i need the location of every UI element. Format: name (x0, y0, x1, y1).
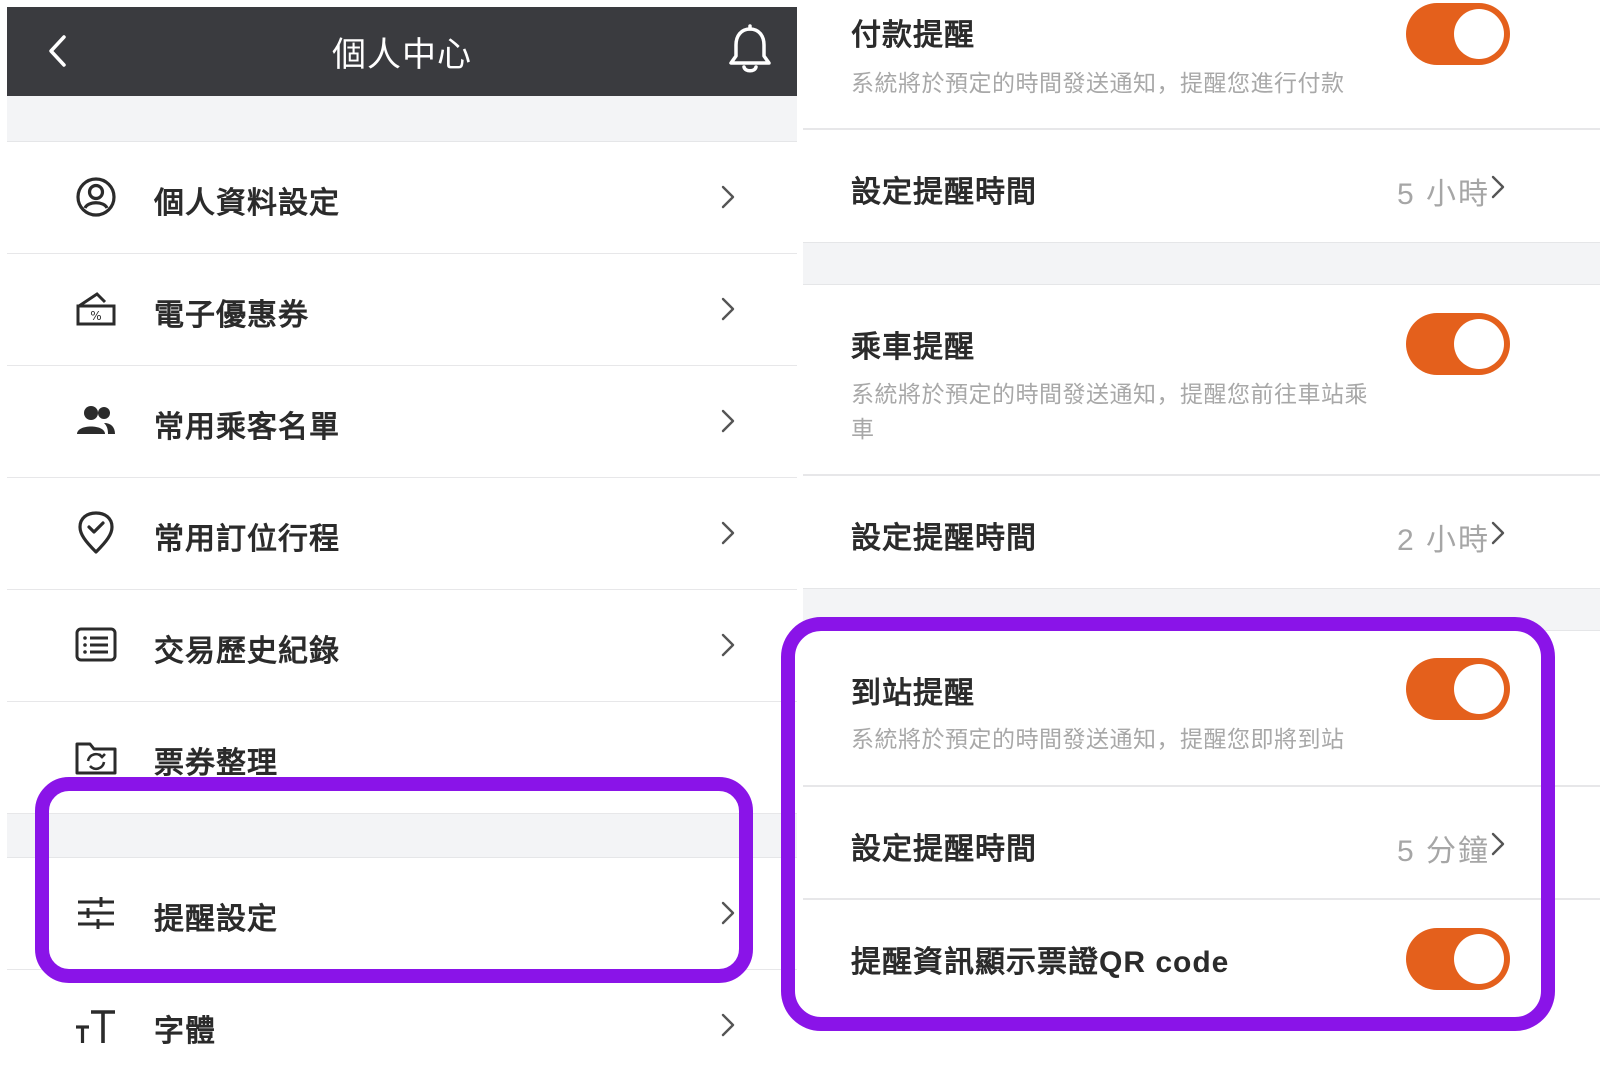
page-title: 個人中心 (332, 36, 472, 74)
qr-code-toggle-label: 提醒資訊顯示票證QR code (851, 946, 1230, 979)
setting-label: 設定提醒時間 (851, 833, 1037, 866)
toggle-knob (1454, 934, 1504, 984)
chevron-right-icon (1487, 172, 1509, 202)
svg-text:%: % (90, 309, 101, 323)
toggle-knob (1454, 664, 1504, 714)
menu-item-label: 交易歷史紀錄 (154, 635, 340, 668)
bell-icon[interactable] (725, 24, 775, 76)
section-divider (7, 814, 797, 858)
list-icon (71, 620, 121, 670)
menu-item-label: 常用乘客名單 (154, 411, 340, 444)
arrival-reminder-description: 系統將於預定的時間發送通知，提醒您即將到站 (851, 726, 1345, 752)
toggle-knob (1454, 319, 1504, 369)
qr-code-toggle[interactable] (1406, 928, 1510, 990)
menu-item-ticket-organizer[interactable]: 票券整理 (7, 702, 797, 814)
menu-item-coupons[interactable]: % 電子優惠券 (7, 254, 797, 366)
section-divider (7, 96, 797, 142)
arrival-reminder-time-row[interactable]: 設定提醒時間 5 分鐘 (803, 787, 1600, 899)
section-divider (803, 242, 1600, 285)
payment-reminder-toggle[interactable] (1406, 3, 1510, 65)
payment-reminder-description: 系統將於預定的時間發送通知，提醒您進行付款 (851, 70, 1345, 96)
chevron-right-icon (717, 898, 739, 928)
coupon-icon: % (71, 284, 121, 334)
left-panel: 個人中心 個人資料設定 % 電子優惠券 常用乘客名單 常用訂位行程 交易歷史紀錄… (7, 7, 797, 1066)
folder-sync-icon (71, 732, 121, 782)
setting-value: 5 小時 (1396, 178, 1490, 211)
chevron-right-icon (1487, 518, 1509, 548)
menu-item-label: 字體 (154, 1015, 216, 1048)
setting-label: 設定提醒時間 (851, 522, 1037, 555)
setting-label: 設定提醒時間 (851, 176, 1037, 209)
chevron-right-icon (717, 1010, 739, 1040)
chevron-right-icon (717, 518, 739, 548)
divider (803, 898, 1600, 900)
menu-item-label: 提醒設定 (154, 903, 278, 936)
arrival-reminder-title: 到站提醒 (851, 677, 975, 710)
payment-reminder-title: 付款提醒 (851, 19, 975, 52)
arrival-reminder-toggle[interactable] (1406, 658, 1510, 720)
menu-item-label: 電子優惠券 (154, 299, 309, 332)
menu-item-label: 常用訂位行程 (154, 523, 340, 556)
location-check-icon (71, 508, 121, 558)
font-size-icon (71, 1000, 121, 1050)
section-divider (803, 588, 1600, 631)
payment-reminder-time-row[interactable]: 設定提醒時間 5 小時 (803, 130, 1600, 242)
setting-value: 2 小時 (1396, 524, 1490, 557)
chevron-right-icon (717, 630, 739, 660)
chevron-right-icon (717, 294, 739, 324)
user-circle-icon (71, 172, 121, 222)
menu-item-saved-trips[interactable]: 常用訂位行程 (7, 478, 797, 590)
right-panel: 付款提醒 系統將於預定的時間發送通知，提醒您進行付款 設定提醒時間 5 小時 乘… (803, 0, 1600, 1040)
menu-item-reminder-settings[interactable]: 提醒設定 (7, 858, 797, 970)
sliders-icon (71, 888, 121, 938)
menu-item-label: 個人資料設定 (154, 187, 340, 220)
boarding-reminder-title: 乘車提醒 (851, 331, 975, 364)
boarding-reminder-time-row[interactable]: 設定提醒時間 2 小時 (803, 476, 1600, 588)
chevron-right-icon (1487, 829, 1509, 859)
header-bar: 個人中心 (7, 7, 797, 96)
chevron-right-icon (717, 182, 739, 212)
menu-item-profile[interactable]: 個人資料設定 (7, 142, 797, 254)
chevron-right-icon (717, 406, 739, 436)
menu-item-passengers[interactable]: 常用乘客名單 (7, 366, 797, 478)
menu-item-transaction-history[interactable]: 交易歷史紀錄 (7, 590, 797, 702)
menu-item-font[interactable]: 字體 (7, 970, 797, 1066)
boarding-reminder-description: 系統將於預定的時間發送通知，提醒您前往車站乘車 (851, 381, 1368, 442)
menu-item-label: 票券整理 (154, 747, 278, 780)
people-icon (71, 396, 121, 446)
boarding-reminder-toggle[interactable] (1406, 313, 1510, 375)
toggle-knob (1454, 9, 1504, 59)
setting-value: 5 分鐘 (1396, 835, 1490, 868)
